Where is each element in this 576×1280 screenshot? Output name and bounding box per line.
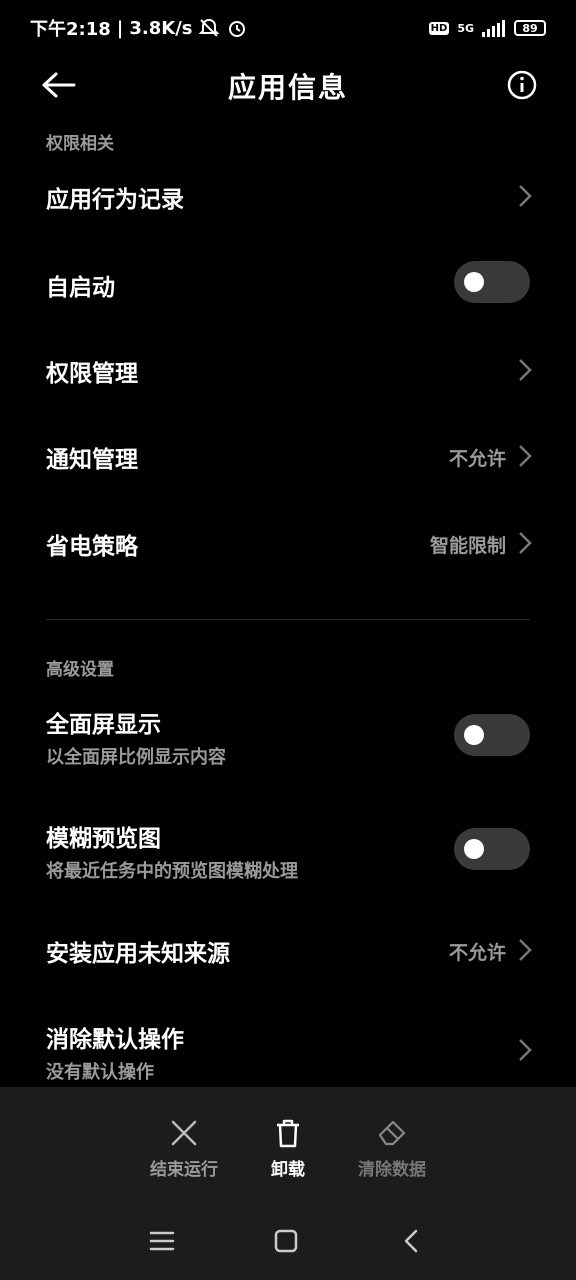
blur-preview-toggle[interactable] <box>454 828 530 870</box>
chevron-right-icon <box>519 532 532 554</box>
system-nav-bar <box>0 1197 576 1280</box>
home-icon[interactable] <box>271 1227 301 1255</box>
row-notification-management[interactable]: 通知管理 不允许 <box>0 420 576 492</box>
hd-badge: HD <box>428 21 450 35</box>
row-fullscreen-display: 全面屏显示 以全面屏比例显示内容 <box>0 695 576 779</box>
network-type: 5G <box>457 21 474 35</box>
row-subtitle: 以全面屏比例显示内容 <box>46 747 226 768</box>
row-clear-defaults[interactable]: 消除默认操作 没有默认操作 <box>0 1010 576 1086</box>
page-title: 应用信息 <box>227 71 348 104</box>
row-value: 不允许 <box>448 942 506 964</box>
row-autostart: 自启动 <box>0 246 576 318</box>
row-title: 消除默认操作 <box>46 1027 184 1053</box>
row-title: 安装应用未知来源 <box>46 941 230 967</box>
row-value: 智能限制 <box>429 535 506 557</box>
row-unknown-sources[interactable]: 安装应用未知来源 不允许 <box>0 914 576 986</box>
row-value: 不允许 <box>448 448 506 470</box>
trash-icon <box>277 1119 299 1148</box>
force-stop-button[interactable]: 结束运行 <box>134 1087 234 1197</box>
back-nav-icon[interactable] <box>396 1227 426 1255</box>
clear-data-label: 清除数据 <box>358 1160 426 1180</box>
app-bar: 应用信息 <box>0 56 576 118</box>
chevron-right-icon <box>519 939 532 961</box>
status-bar: 下午2:18 | 3.8K/s HD 5G 89 <box>0 0 576 56</box>
row-subtitle: 没有默认操作 <box>46 1062 154 1083</box>
section-label-advanced: 高级设置 <box>46 660 114 680</box>
battery-level: 89 <box>522 21 538 35</box>
row-title: 应用行为记录 <box>46 187 184 213</box>
notifications-off-icon <box>199 18 220 37</box>
network-speed: 3.8K/s <box>129 17 193 39</box>
chevron-right-icon <box>519 185 532 207</box>
row-title: 自启动 <box>46 275 115 301</box>
chevron-right-icon <box>519 1039 532 1061</box>
toggle-knob <box>464 839 484 859</box>
toggle-knob <box>464 725 484 745</box>
fullscreen-toggle[interactable] <box>454 714 530 756</box>
row-subtitle: 将最近任务中的预览图模糊处理 <box>46 861 298 882</box>
row-app-behavior-record[interactable]: 应用行为记录 <box>0 160 576 232</box>
signal-icon <box>482 20 505 37</box>
force-stop-label: 结束运行 <box>150 1160 218 1180</box>
row-title: 模糊预览图 <box>46 826 161 852</box>
info-icon[interactable] <box>506 69 538 101</box>
close-icon <box>171 1120 197 1146</box>
clear-data-button[interactable]: 清除数据 <box>342 1087 442 1197</box>
bottom-action-bar: 结束运行 卸载 清除数据 <box>0 1087 576 1197</box>
uninstall-label: 卸载 <box>271 1160 305 1180</box>
alarm-icon <box>229 21 246 37</box>
row-title: 通知管理 <box>46 447 138 473</box>
row-blur-preview: 模糊预览图 将最近任务中的预览图模糊处理 <box>0 809 576 893</box>
toggle-knob <box>464 272 484 292</box>
row-permission-management[interactable]: 权限管理 <box>0 334 576 406</box>
section-divider <box>46 619 530 620</box>
row-battery-saver[interactable]: 省电策略 智能限制 <box>0 507 576 579</box>
row-title: 权限管理 <box>46 361 138 387</box>
autostart-toggle[interactable] <box>454 261 530 303</box>
clock: 下午2:18 <box>30 19 111 40</box>
row-title: 省电策略 <box>46 534 138 560</box>
menu-icon[interactable] <box>147 1227 177 1255</box>
battery-icon: 89 <box>514 20 546 36</box>
chevron-right-icon <box>519 359 532 381</box>
eraser-icon <box>378 1120 406 1146</box>
uninstall-button[interactable]: 卸载 <box>238 1087 338 1197</box>
row-title: 全面屏显示 <box>46 712 161 738</box>
chevron-right-icon <box>519 445 532 467</box>
section-label-permissions: 权限相关 <box>46 134 114 154</box>
